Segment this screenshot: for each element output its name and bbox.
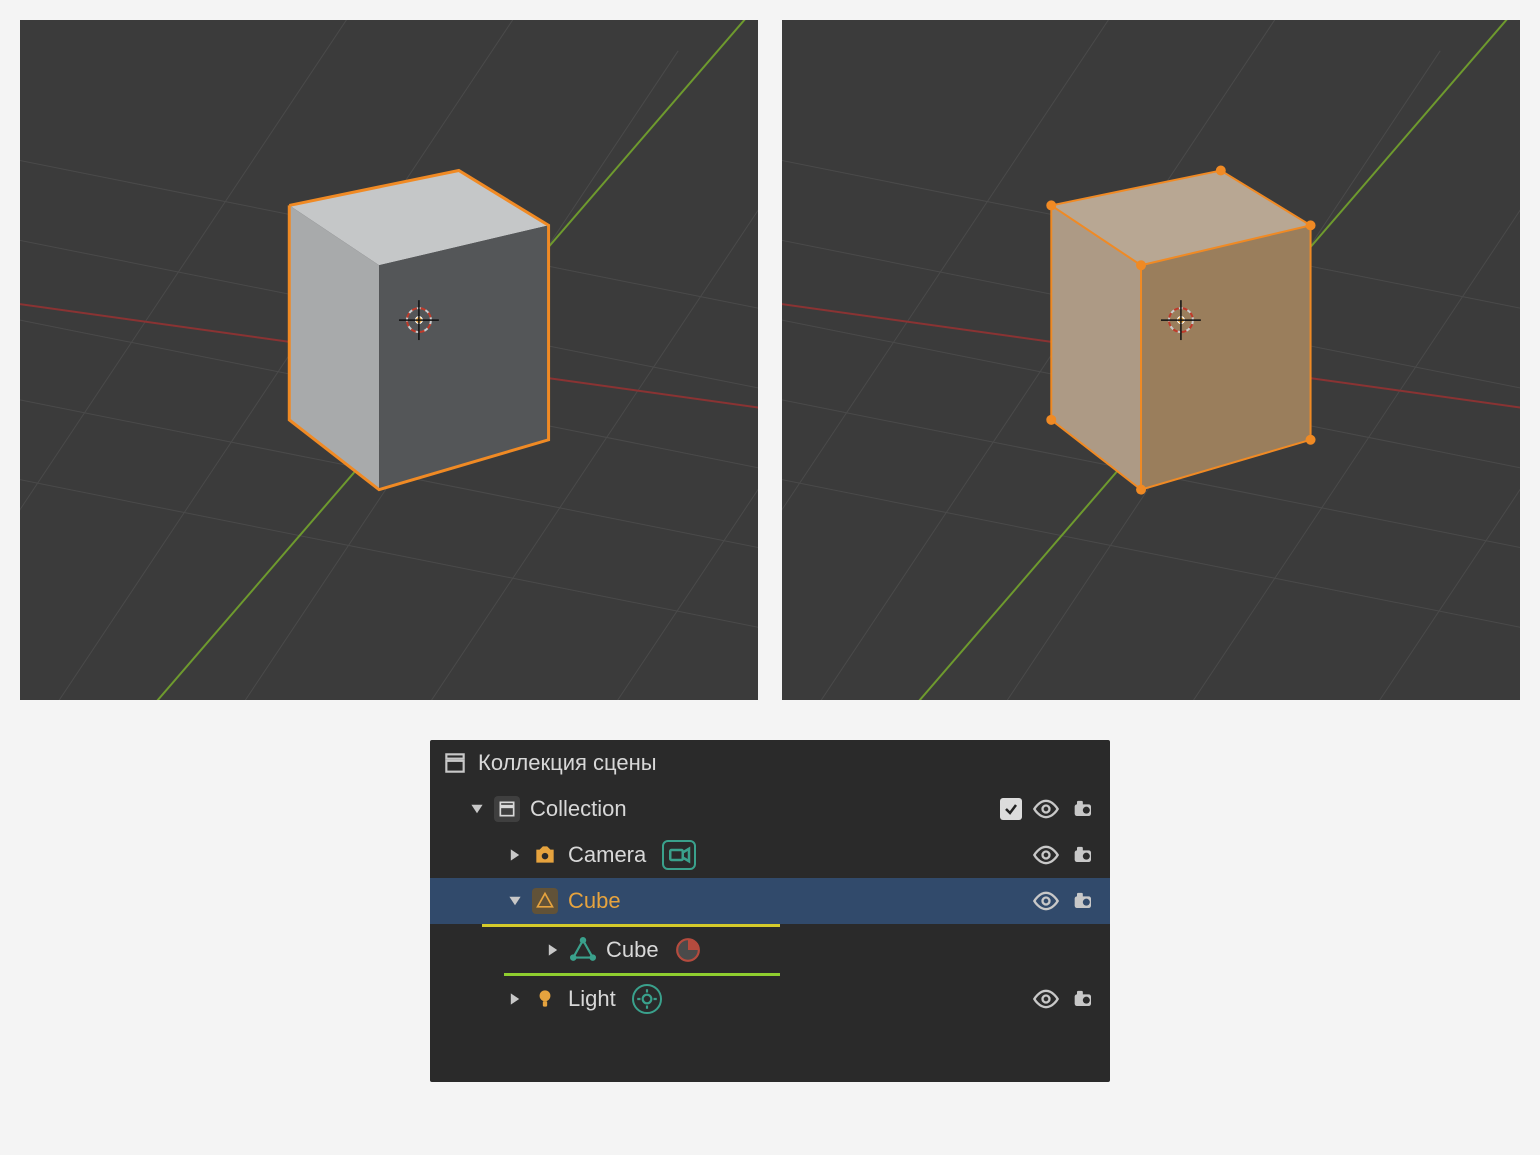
outliner-light-row[interactable]: Light bbox=[430, 976, 1110, 1022]
light-data-icon[interactable] bbox=[632, 984, 662, 1014]
render-toggle-icon[interactable] bbox=[1070, 985, 1098, 1013]
camera-data-icon[interactable] bbox=[662, 840, 696, 870]
render-toggle-icon[interactable] bbox=[1070, 841, 1098, 869]
viewport-canvas-right bbox=[782, 20, 1520, 700]
visibility-toggle-icon[interactable] bbox=[1032, 841, 1060, 869]
outliner-camera-row[interactable]: Camera bbox=[430, 832, 1110, 878]
outliner-panel[interactable]: Коллекция сцены Collection bbox=[430, 740, 1110, 1082]
outliner-scene-collection-row[interactable]: Коллекция сцены bbox=[430, 740, 1110, 786]
viewport-canvas-left bbox=[20, 20, 758, 700]
outliner-collection-row[interactable]: Collection bbox=[430, 786, 1110, 832]
disclosure-right-icon[interactable] bbox=[508, 992, 522, 1006]
viewport-object-mode[interactable] bbox=[20, 20, 758, 700]
visibility-toggle-icon[interactable] bbox=[1032, 985, 1060, 1013]
cube-label: Cube bbox=[568, 888, 621, 914]
material-icon[interactable] bbox=[675, 937, 701, 963]
outliner-mesh-data-row[interactable]: Cube bbox=[430, 927, 1110, 973]
render-toggle-icon[interactable] bbox=[1070, 795, 1098, 823]
mesh-data-icon bbox=[570, 937, 596, 963]
collection-icon bbox=[494, 796, 520, 822]
scene-collection-icon bbox=[442, 750, 468, 776]
camera-icon bbox=[532, 842, 558, 868]
disclosure-right-icon[interactable] bbox=[546, 943, 560, 957]
visibility-toggle-icon[interactable] bbox=[1032, 795, 1060, 823]
outliner-cube-row[interactable]: Cube bbox=[430, 878, 1110, 924]
scene-collection-label: Коллекция сцены bbox=[478, 750, 657, 776]
render-toggle-icon[interactable] bbox=[1070, 887, 1098, 915]
disclosure-down-icon[interactable] bbox=[470, 802, 484, 816]
visibility-toggle-icon[interactable] bbox=[1032, 887, 1060, 915]
camera-label: Camera bbox=[568, 842, 646, 868]
disclosure-down-icon[interactable] bbox=[508, 894, 522, 908]
mesh-data-label: Cube bbox=[606, 937, 659, 963]
viewport-edit-mode[interactable] bbox=[782, 20, 1520, 700]
disclosure-right-icon[interactable] bbox=[508, 848, 522, 862]
collection-label: Collection bbox=[530, 796, 627, 822]
light-icon bbox=[532, 986, 558, 1012]
collection-enable-checkbox[interactable] bbox=[1000, 798, 1022, 820]
mesh-object-icon bbox=[532, 888, 558, 914]
light-label: Light bbox=[568, 986, 616, 1012]
